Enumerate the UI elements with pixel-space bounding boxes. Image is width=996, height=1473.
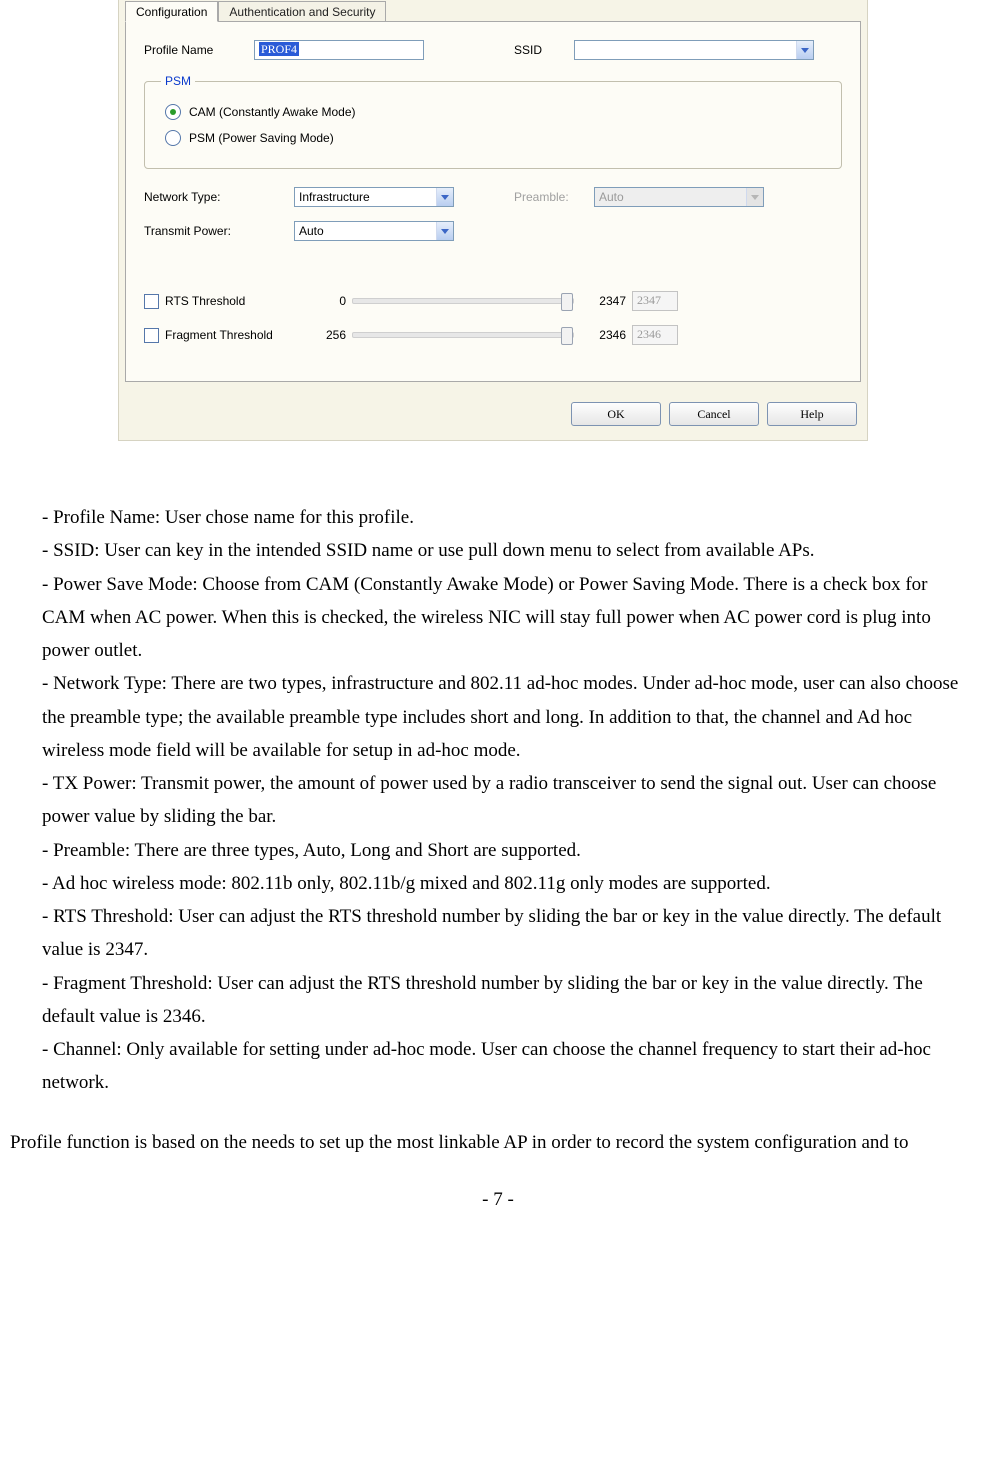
chevron-down-icon <box>801 48 809 53</box>
radio-cam[interactable]: CAM (Constantly Awake Mode) <box>165 104 825 120</box>
profile-name-input[interactable]: PROF4 <box>254 40 424 60</box>
rts-slider-thumb[interactable] <box>561 293 573 311</box>
doc-item: - Preamble: There are three types, Auto,… <box>42 834 968 867</box>
rts-max: 2347 <box>580 294 626 308</box>
transmit-power-combo[interactable]: Auto <box>294 221 454 241</box>
doc-item: - TX Power: Transmit power, the amount o… <box>42 767 968 834</box>
rts-threshold-label: RTS Threshold <box>165 294 245 308</box>
tab-authentication[interactable]: Authentication and Security <box>218 1 386 22</box>
doc-item: - Channel: Only available for setting un… <box>42 1033 968 1100</box>
fragment-threshold-row: Fragment Threshold 256 2346 2346 <box>144 325 842 345</box>
preamble-value: Auto <box>595 188 746 206</box>
dialog-button-bar: OK Cancel Help <box>119 388 867 440</box>
doc-item: - SSID: User can key in the intended SSI… <box>42 534 968 567</box>
rts-value-input: 2347 <box>632 291 678 311</box>
fragment-slider[interactable] <box>352 332 574 338</box>
transmit-power-label: Transmit Power: <box>144 224 294 238</box>
fragment-checkbox-icon <box>144 328 159 343</box>
ssid-combo[interactable] <box>574 40 814 60</box>
preamble-dropdown-button <box>746 188 763 206</box>
transmit-power-value: Auto <box>295 222 436 240</box>
chevron-down-icon <box>751 195 759 200</box>
preamble-combo: Auto <box>594 187 764 207</box>
tab-panel-configuration: Profile Name PROF4 SSID PSM CAM (Constan… <box>125 21 861 382</box>
network-type-label: Network Type: <box>144 190 294 204</box>
radio-psm[interactable]: PSM (Power Saving Mode) <box>165 130 825 146</box>
doc-item: - Power Save Mode: Choose from CAM (Cons… <box>42 568 968 668</box>
fragment-value-input: 2346 <box>632 325 678 345</box>
rts-slider[interactable] <box>352 298 574 304</box>
psm-group: PSM CAM (Constantly Awake Mode) PSM (Pow… <box>144 74 842 169</box>
transmit-power-dropdown-button[interactable] <box>436 222 453 240</box>
profile-config-dialog: Configuration Authentication and Securit… <box>118 0 868 441</box>
tab-configuration[interactable]: Configuration <box>125 1 218 22</box>
radio-cam-label: CAM (Constantly Awake Mode) <box>189 105 356 119</box>
network-type-dropdown-button[interactable] <box>436 188 453 206</box>
page-number: - 7 - <box>0 1189 996 1211</box>
doc-item: - RTS Threshold: User can adjust the RTS… <box>42 900 968 967</box>
radio-psm-label: PSM (Power Saving Mode) <box>189 131 334 145</box>
ok-button[interactable]: OK <box>571 402 661 426</box>
profile-name-label: Profile Name <box>144 43 254 57</box>
ssid-dropdown-button[interactable] <box>796 41 813 59</box>
profile-name-value: PROF4 <box>259 42 299 56</box>
network-type-combo[interactable]: Infrastructure <box>294 187 454 207</box>
fragment-threshold-checkbox[interactable]: Fragment Threshold <box>144 328 304 343</box>
fragment-min: 256 <box>316 328 346 342</box>
chevron-down-icon <box>441 195 449 200</box>
doc-item: - Profile Name: User chose name for this… <box>42 501 968 534</box>
radio-cam-indicator <box>165 104 181 120</box>
rts-checkbox-icon <box>144 294 159 309</box>
help-button[interactable]: Help <box>767 402 857 426</box>
doc-item: - Network Type: There are two types, inf… <box>42 667 968 767</box>
cancel-button[interactable]: Cancel <box>669 402 759 426</box>
fragment-max: 2346 <box>580 328 626 342</box>
radio-psm-indicator <box>165 130 181 146</box>
ssid-value <box>575 41 796 59</box>
fragment-threshold-label: Fragment Threshold <box>165 328 273 342</box>
tab-bar: Configuration Authentication and Securit… <box>119 0 867 21</box>
ssid-label: SSID <box>514 43 574 57</box>
chevron-down-icon <box>441 229 449 234</box>
fragment-slider-thumb[interactable] <box>561 327 573 345</box>
psm-legend: PSM <box>161 74 195 88</box>
doc-item: - Ad hoc wireless mode: 802.11b only, 80… <box>42 867 968 900</box>
document-conclusion: Profile function is based on the needs t… <box>0 1126 996 1159</box>
doc-item: - Fragment Threshold: User can adjust th… <box>42 967 968 1034</box>
rts-threshold-checkbox[interactable]: RTS Threshold <box>144 294 304 309</box>
rts-min: 0 <box>316 294 346 308</box>
network-type-value: Infrastructure <box>295 188 436 206</box>
rts-threshold-row: RTS Threshold 0 2347 2347 <box>144 291 842 311</box>
preamble-label: Preamble: <box>514 190 594 204</box>
document-body: - Profile Name: User chose name for this… <box>0 441 996 1100</box>
